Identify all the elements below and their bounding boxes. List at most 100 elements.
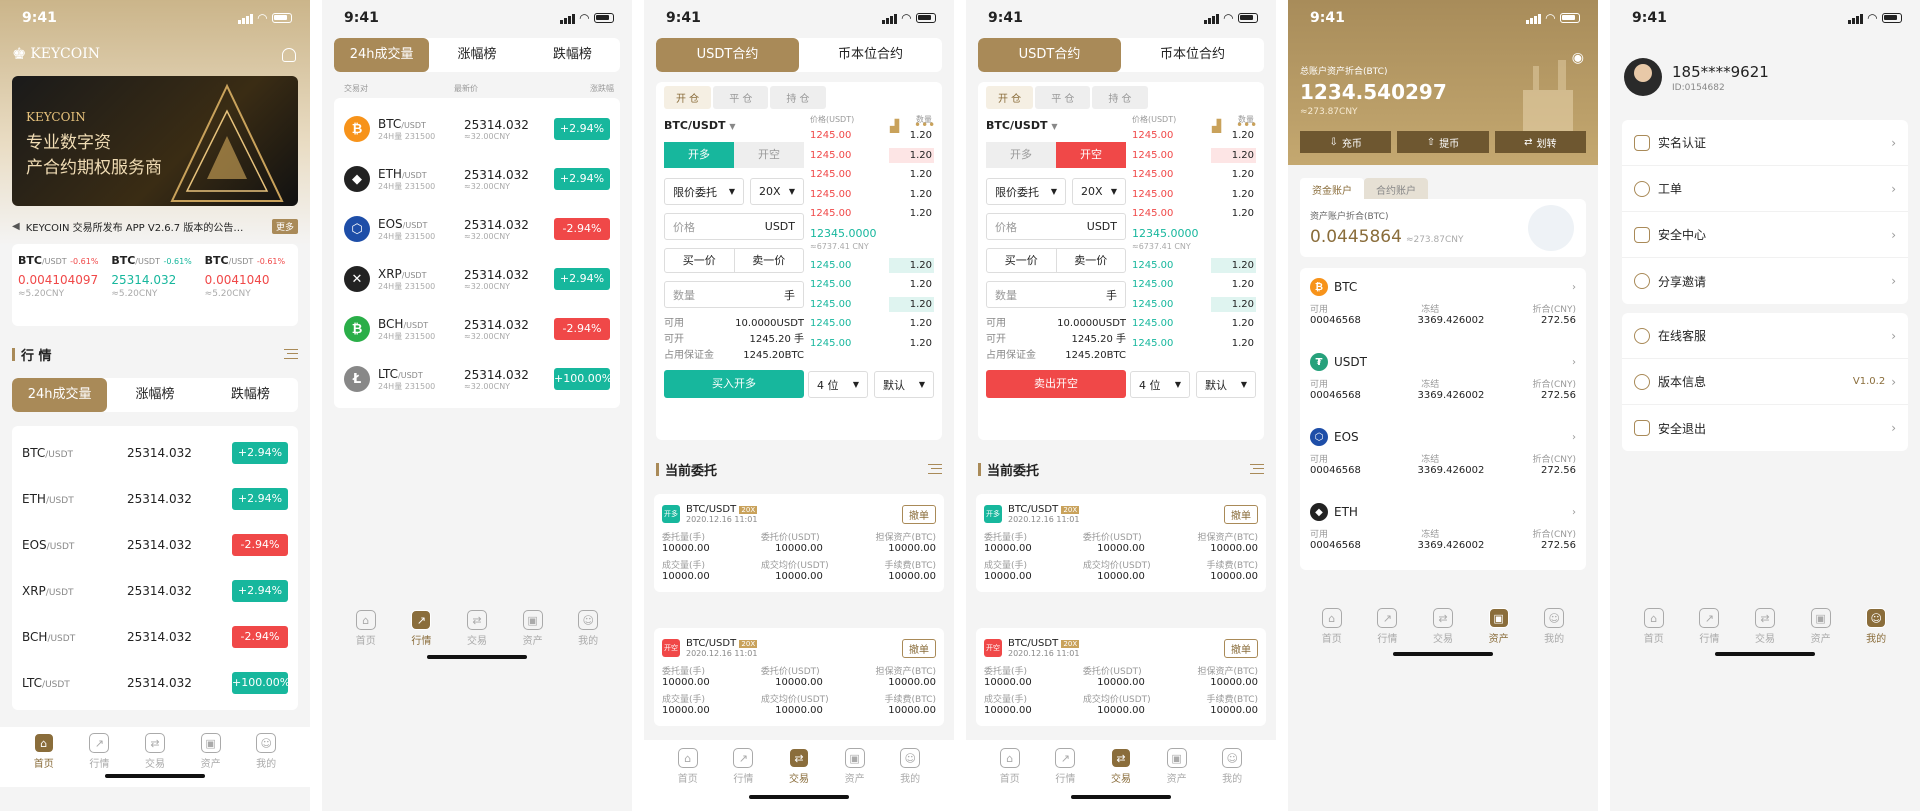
tab-home[interactable]: ⌂ 首页 <box>999 748 1020 785</box>
tab-home[interactable]: ⌂ 首页 <box>355 610 376 647</box>
tab-market[interactable]: ↗ 行情 <box>411 610 432 647</box>
long-button[interactable]: 开多 <box>986 142 1056 168</box>
menu-version[interactable]: 版本信息 V1.0.2 › <box>1622 359 1908 405</box>
tab-trade[interactable]: ⇄ 交易 <box>788 748 809 785</box>
banner[interactable]: KEYCOIN 专业数字资 产合约期权服务商 <box>12 76 298 206</box>
pair-selector[interactable]: BTC/USDT ▼ <box>664 119 735 132</box>
bid-row[interactable]: 1245.00 1.20 <box>808 275 934 295</box>
deposit-button[interactable]: ⇩ 充币 <box>1300 131 1392 153</box>
tab-usdt-contract[interactable]: USDT合约 <box>978 38 1121 72</box>
market-row[interactable]: LTC/USDT 25314.032 +100.00% <box>12 660 298 706</box>
menu-icon[interactable] <box>1250 464 1264 474</box>
notice-more-button[interactable]: 更多 <box>271 218 298 234</box>
buy1-button[interactable]: 买一价 <box>665 249 735 272</box>
menu-icon[interactable] <box>284 349 298 359</box>
tab-assets[interactable]: ▣ 资产 <box>200 733 221 787</box>
tab-trade[interactable]: ⇄ 交易 <box>1432 608 1453 645</box>
order-type-select[interactable]: 限价委托 ▼ <box>664 178 744 205</box>
avatar[interactable] <box>1624 58 1662 96</box>
cancel-order-button[interactable]: 撤单 <box>902 638 936 658</box>
tab-trade[interactable]: ⇄ 交易 <box>466 610 487 647</box>
tab-assets[interactable]: ▣ 资产 <box>1166 748 1187 785</box>
tab-me[interactable]: ☺ 我的 <box>1544 608 1565 645</box>
bid-row[interactable]: 1245.00 1.20 <box>808 256 934 276</box>
sell-open-short-button[interactable]: 卖出开空 <box>986 370 1126 398</box>
quantity-input[interactable]: 数量手 <box>986 281 1126 308</box>
coin-row[interactable]: ₮ USDT › 可用 冻结 折合(CNY) 00046568 3369.426002 27… <box>1300 343 1586 418</box>
tab-assets[interactable]: ▣ 资产 <box>1810 608 1831 645</box>
market-row[interactable]: EOS/USDT 25314.032 -2.94% <box>12 522 298 568</box>
quantity-input[interactable]: 数量手 <box>664 281 804 308</box>
seg-losers[interactable]: 跌幅榜 <box>203 378 298 412</box>
tab-usdt-contract[interactable]: USDT合约 <box>656 38 799 72</box>
bid-row[interactable]: 1245.00 1.20 <box>1130 275 1256 295</box>
market-row[interactable]: ◆ ETH/USDT 24H量 231500 25314.032 ≈32.00CNY… <box>334 154 620 204</box>
ticker-item[interactable]: BTC/USDT -0.61% 0.004104097 ≈5.20CNY <box>18 254 105 316</box>
eye-icon[interactable]: ◉ <box>1572 50 1584 66</box>
order-type-select[interactable]: 限价委托 ▼ <box>986 178 1066 205</box>
menu-support[interactable]: 在线客服 › <box>1622 313 1908 359</box>
tab-trade[interactable]: ⇄ 交易 <box>1110 748 1131 785</box>
ask-row[interactable]: 1245.00 1.20 <box>1130 146 1256 166</box>
cancel-order-button[interactable]: 撤单 <box>1224 638 1258 658</box>
market-row[interactable]: ₿ BCH/USDT 24H量 231500 25314.032 ≈32.00CNY… <box>334 304 620 354</box>
market-row[interactable]: ✕ XRP/USDT 24H量 231500 25314.032 ≈32.00CNY… <box>334 254 620 304</box>
bid-row[interactable]: 1245.00 1.20 <box>1130 314 1256 334</box>
tab-home[interactable]: ⌂ 首页 <box>33 733 54 787</box>
ticker-item[interactable]: BTC/USDT -0.61% 0.0041040 ≈5.20CNY <box>199 254 292 316</box>
sell1-button[interactable]: 卖一价 <box>1057 249 1126 272</box>
seg-volume[interactable]: 24h成交量 <box>12 378 108 412</box>
leverage-select[interactable]: 20X ▼ <box>1072 178 1126 205</box>
market-row[interactable]: ₿ BTC/USDT 24H量 231500 25314.032 ≈32.00CNY… <box>334 104 620 154</box>
tab-market[interactable]: ↗ 行情 <box>733 748 754 785</box>
default-select[interactable]: 默认 ▼ <box>1196 371 1256 398</box>
bid-row[interactable]: 1245.00 1.20 <box>808 334 934 354</box>
market-row[interactable]: BTC/USDT 25314.032 +2.94% <box>12 430 298 476</box>
menu-share[interactable]: 分享邀请 › <box>1622 258 1908 304</box>
tab-trade[interactable]: ⇄ 交易 <box>144 733 165 787</box>
tab-home[interactable]: ⌂ 首页 <box>677 748 698 785</box>
tab-assets[interactable]: ▣ 资产 <box>844 748 865 785</box>
ask-row[interactable]: 1245.00 1.20 <box>808 204 934 224</box>
ask-row[interactable]: 1245.00 1.20 <box>808 165 934 185</box>
sell1-button[interactable]: 卖一价 <box>735 249 804 272</box>
market-row[interactable]: Ł LTC/USDT 24H量 231500 25314.032 ≈32.00CNY… <box>334 354 620 404</box>
ask-row[interactable]: 1245.00 1.20 <box>808 185 934 205</box>
pair-selector[interactable]: BTC/USDT ▼ <box>986 119 1057 132</box>
short-button[interactable]: 开空 <box>1056 142 1126 168</box>
cancel-order-button[interactable]: 撤单 <box>902 504 936 524</box>
buy1-button[interactable]: 买一价 <box>987 249 1057 272</box>
cancel-order-button[interactable]: 撤单 <box>1224 504 1258 524</box>
tab-funding-account[interactable]: 资金账户 <box>1300 178 1364 201</box>
seg-volume[interactable]: 24h成交量 <box>334 38 430 72</box>
price-input[interactable]: 价格 USDT <box>664 213 804 240</box>
transfer-button[interactable]: ⇄ 划转 <box>1494 131 1586 153</box>
tab-me[interactable]: ☺ 我的 <box>1866 608 1887 645</box>
leverage-select[interactable]: 20X ▼ <box>750 178 804 205</box>
tab-me[interactable]: ☺ 我的 <box>900 748 921 785</box>
long-button[interactable]: 开多 <box>664 142 734 168</box>
ticker-item[interactable]: BTC/USDT -0.61% 25314.032 ≈5.20CNY <box>105 254 198 316</box>
tab-contract-account[interactable]: 合约账户 <box>1364 178 1428 201</box>
tab-market[interactable]: ↗ 行情 <box>89 733 110 787</box>
bid-row[interactable]: 1245.00 1.20 <box>1130 256 1256 276</box>
tab-assets[interactable]: ▣ 资产 <box>522 610 543 647</box>
tab-home[interactable]: ⌂ 首页 <box>1321 608 1342 645</box>
default-select[interactable]: 默认 ▼ <box>874 371 934 398</box>
headset-icon[interactable] <box>282 48 296 62</box>
seg-gainers[interactable]: 涨幅榜 <box>429 38 524 72</box>
tab-assets[interactable]: ▣ 资产 <box>1488 608 1509 645</box>
tab-close[interactable]: 平 仓 <box>1035 86 1091 109</box>
seg-gainers[interactable]: 涨幅榜 <box>107 378 202 412</box>
market-row[interactable]: ⬡ EOS/USDT 24H量 231500 25314.032 ≈32.00CNY… <box>334 204 620 254</box>
market-row[interactable]: ETH/USDT 25314.032 +2.94% <box>12 476 298 522</box>
bid-row[interactable]: 1245.00 1.20 <box>1130 295 1256 315</box>
tab-home[interactable]: ⌂ 首页 <box>1643 608 1664 645</box>
price-input[interactable]: 价格 USDT <box>986 213 1126 240</box>
ask-row[interactable]: 1245.00 1.20 <box>1130 126 1256 146</box>
tab-open[interactable]: 开 仓 <box>664 86 712 109</box>
tab-me[interactable]: ☺ 我的 <box>578 610 599 647</box>
bid-row[interactable]: 1245.00 1.20 <box>808 295 934 315</box>
bid-row[interactable]: 1245.00 1.20 <box>808 314 934 334</box>
menu-security[interactable]: 安全中心 › <box>1622 212 1908 258</box>
